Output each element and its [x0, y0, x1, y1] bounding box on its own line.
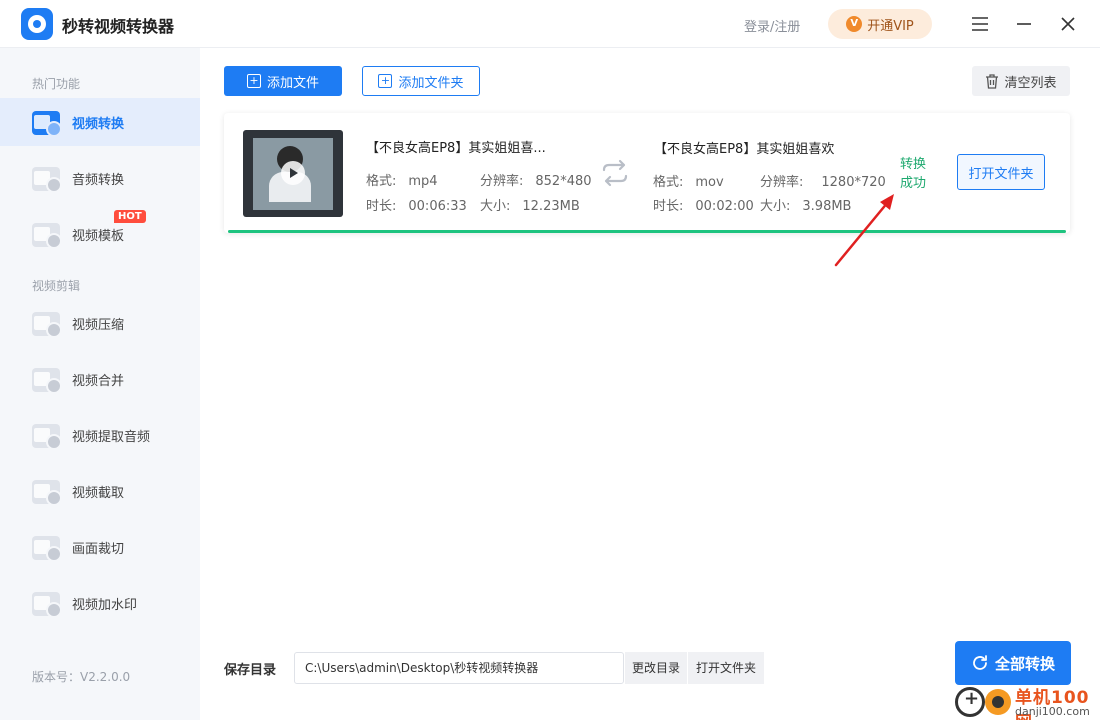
size-label: 大小:	[480, 199, 511, 214]
format-label: 格式:	[653, 175, 684, 190]
file-card: 【不良女高EP8】其实姐姐喜... 格式: mp4 分辨率: 852*480 时长:…	[224, 113, 1070, 233]
sidebar-item-label: 视频模板	[72, 228, 125, 244]
hamburger-icon	[972, 17, 988, 31]
resolution-value: 852*480	[535, 174, 592, 189]
extract-audio-icon	[32, 424, 62, 450]
resolution-label: 分辨率:	[480, 174, 524, 189]
open-directory-button[interactable]: 打开文件夹	[688, 652, 764, 684]
plus-icon: +	[246, 74, 261, 88]
video-cut-icon	[32, 480, 62, 506]
sidebar-item-label: 视频合并	[72, 373, 125, 389]
format-label: 格式:	[366, 174, 397, 189]
trash-icon	[986, 73, 999, 89]
source-duration: 时长: 00:06:33	[366, 195, 467, 214]
open-folder-button[interactable]: 打开文件夹	[957, 154, 1045, 190]
app-title: 秒转视频转换器	[62, 17, 175, 36]
target-file-name: 【不良女高EP8】其实姐姐喜欢	[654, 142, 835, 157]
clear-list-button[interactable]: 清空列表	[972, 66, 1070, 96]
watermark-logo-icon	[955, 687, 985, 717]
size-value: 12.23MB	[522, 199, 580, 214]
resolution-value: 1280*720	[821, 175, 886, 190]
duration-value: 00:06:33	[408, 199, 467, 214]
sidebar: 热门功能 视频转换 音频转换 视频模板 HOT 视频剪辑 视频压缩 视频合并 视…	[0, 48, 200, 720]
sidebar-item-video-template[interactable]: 视频模板 HOT	[0, 210, 200, 258]
source-format: 格式: mp4	[366, 170, 438, 189]
progress-bar	[228, 230, 1066, 233]
format-value: mp4	[408, 174, 438, 189]
add-folder-button[interactable]: + 添加文件夹	[362, 66, 480, 96]
target-format: 格式: mov	[653, 171, 724, 190]
target-duration: 时长: 00:02:00	[653, 195, 754, 214]
annotation-arrow-icon	[834, 194, 894, 267]
audio-convert-icon	[32, 167, 62, 193]
crop-icon	[32, 536, 62, 562]
video-convert-icon	[32, 111, 62, 137]
change-directory-button[interactable]: 更改目录	[625, 652, 687, 684]
sidebar-item-audio-convert[interactable]: 音频转换	[0, 154, 200, 202]
title-bar: 秒转视频转换器 登录/注册 V 开通VIP	[0, 0, 1100, 48]
convert-all-button[interactable]: 全部转换	[955, 641, 1071, 685]
login-register-link[interactable]: 登录/注册	[744, 16, 800, 35]
add-folder-label: 添加文件夹	[398, 75, 464, 91]
sidebar-item-video-merge[interactable]: 视频合并	[0, 355, 200, 403]
close-icon	[1061, 17, 1075, 31]
minimize-button[interactable]	[1012, 12, 1036, 36]
convert-arrows-icon	[602, 159, 628, 187]
save-directory-label: 保存目录	[224, 663, 277, 678]
video-thumbnail[interactable]	[243, 130, 343, 217]
clear-list-label: 清空列表	[1004, 75, 1057, 91]
save-path-field[interactable]: C:\Users\admin\Desktop\秒转视频转换器	[294, 652, 624, 684]
app-logo-icon	[21, 8, 53, 40]
refresh-icon	[973, 655, 987, 670]
resolution-label: 分辨率:	[760, 175, 804, 190]
vip-button[interactable]: V 开通VIP	[828, 9, 932, 39]
play-icon[interactable]	[281, 161, 305, 185]
sidebar-item-label: 视频压缩	[72, 317, 125, 333]
sidebar-item-extract-audio[interactable]: 视频提取音频	[0, 411, 200, 459]
sidebar-item-label: 视频加水印	[72, 597, 138, 613]
sidebar-item-crop[interactable]: 画面裁切	[0, 523, 200, 571]
source-size: 大小: 12.23MB	[480, 195, 580, 214]
sidebar-item-video-cut[interactable]: 视频截取	[0, 467, 200, 515]
watermark-url: danji100.com	[1015, 705, 1090, 718]
vip-icon: V	[846, 16, 863, 32]
video-merge-icon	[32, 368, 62, 394]
section-hot-label: 热门功能	[32, 77, 81, 91]
format-value: mov	[695, 175, 724, 190]
duration-label: 时长:	[653, 199, 684, 214]
sidebar-item-label: 视频提取音频	[72, 429, 151, 445]
menu-button[interactable]	[968, 12, 992, 36]
watermark-logo-icon-2	[985, 689, 1011, 715]
status-badge: 转换 成功	[896, 155, 930, 193]
close-button[interactable]	[1056, 12, 1080, 36]
sidebar-item-video-convert[interactable]: 视频转换	[0, 98, 200, 146]
vip-label: 开通VIP	[867, 18, 914, 34]
target-resolution: 分辨率: 1280*720	[760, 171, 886, 190]
video-template-icon	[32, 223, 62, 249]
duration-value: 00:02:00	[695, 199, 754, 214]
status-line-1: 转换	[899, 157, 926, 172]
site-watermark: 单机100网 danji100.com	[955, 683, 1100, 720]
minimize-icon	[1017, 23, 1031, 25]
add-file-label: 添加文件	[266, 75, 319, 91]
convert-all-label: 全部转换	[994, 654, 1055, 673]
duration-label: 时长:	[366, 199, 397, 214]
size-label: 大小:	[760, 199, 791, 214]
source-resolution: 分辨率: 852*480	[480, 170, 592, 189]
sidebar-item-label: 画面裁切	[72, 541, 125, 557]
sidebar-item-watermark[interactable]: 视频加水印	[0, 579, 200, 627]
plus-icon: +	[378, 74, 393, 88]
watermark-icon	[32, 592, 62, 618]
version-label: 版本号：V2.2.0.0	[32, 670, 131, 684]
source-file-name: 【不良女高EP8】其实姐姐喜...	[366, 141, 546, 156]
sidebar-item-label: 视频转换	[72, 116, 125, 132]
hot-badge: HOT	[114, 210, 146, 223]
sidebar-item-label: 视频截取	[72, 485, 125, 501]
section-edit-label: 视频剪辑	[32, 279, 81, 293]
video-compress-icon	[32, 312, 62, 338]
sidebar-item-video-compress[interactable]: 视频压缩	[0, 299, 200, 347]
status-line-2: 成功	[899, 176, 926, 191]
add-file-button[interactable]: + 添加文件	[224, 66, 342, 96]
sidebar-item-label: 音频转换	[72, 172, 125, 188]
